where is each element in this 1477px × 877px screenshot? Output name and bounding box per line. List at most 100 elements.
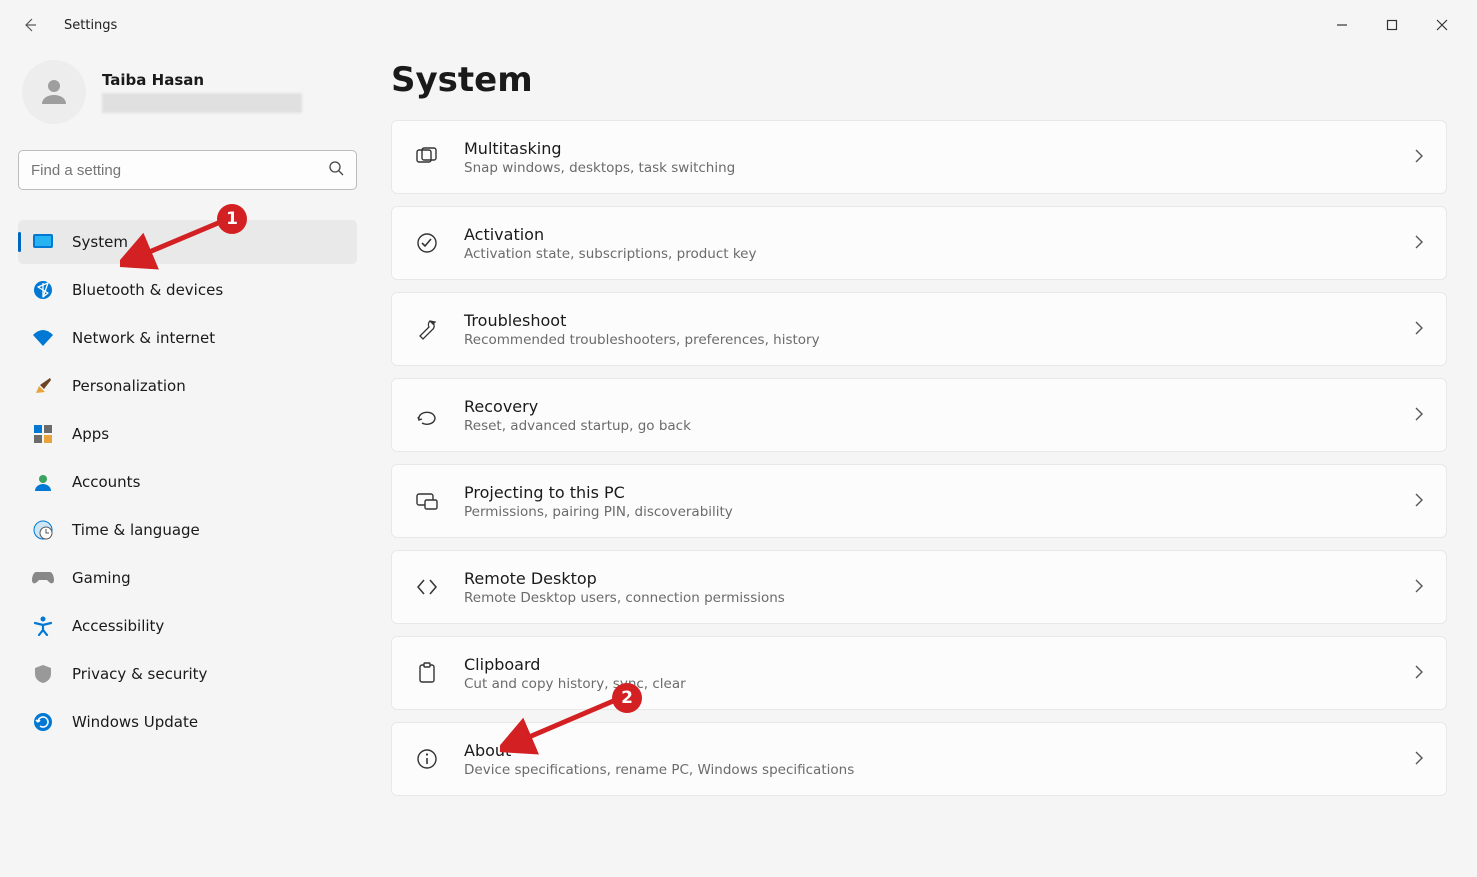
sidebar-item-gaming[interactable]: Gaming bbox=[18, 556, 357, 600]
row-multitasking[interactable]: Multitasking Snap windows, desktops, tas… bbox=[391, 120, 1447, 194]
row-projecting[interactable]: Projecting to this PC Permissions, pairi… bbox=[391, 464, 1447, 538]
sidebar-item-label: Accounts bbox=[72, 473, 140, 491]
sidebar-item-label: Personalization bbox=[72, 377, 186, 395]
arrow-left-icon bbox=[22, 17, 38, 33]
sidebar-item-label: Apps bbox=[72, 425, 109, 443]
chevron-right-icon bbox=[1414, 664, 1424, 683]
multitasking-icon bbox=[414, 144, 440, 170]
remote-desktop-icon bbox=[414, 574, 440, 600]
row-text: Clipboard Cut and copy history, sync, cl… bbox=[464, 655, 686, 692]
row-about[interactable]: About Device specifications, rename PC, … bbox=[391, 722, 1447, 796]
chevron-right-icon bbox=[1414, 320, 1424, 339]
check-circle-icon bbox=[414, 230, 440, 256]
sidebar-item-label: Time & language bbox=[72, 521, 200, 539]
accessibility-icon bbox=[32, 615, 54, 637]
row-text: Remote Desktop Remote Desktop users, con… bbox=[464, 569, 785, 606]
row-desc: Snap windows, desktops, task switching bbox=[464, 160, 735, 176]
accounts-icon bbox=[32, 471, 54, 493]
sidebar-item-label: Windows Update bbox=[72, 713, 198, 731]
row-title: Activation bbox=[464, 225, 756, 244]
row-desc: Device specifications, rename PC, Window… bbox=[464, 762, 854, 778]
minimize-button[interactable] bbox=[1317, 5, 1367, 45]
main-content: System Multitasking Snap windows, deskto… bbox=[375, 50, 1477, 877]
chevron-right-icon bbox=[1414, 406, 1424, 425]
close-button[interactable] bbox=[1417, 5, 1467, 45]
search-icon bbox=[328, 160, 344, 180]
chevron-right-icon bbox=[1414, 750, 1424, 769]
user-info: Taiba Hasan bbox=[102, 71, 302, 113]
sidebar-item-label: Accessibility bbox=[72, 617, 164, 635]
row-text: Activation Activation state, subscriptio… bbox=[464, 225, 756, 262]
window-controls bbox=[1317, 5, 1467, 45]
row-title: Projecting to this PC bbox=[464, 483, 733, 502]
maximize-icon bbox=[1386, 19, 1398, 31]
row-clipboard[interactable]: Clipboard Cut and copy history, sync, cl… bbox=[391, 636, 1447, 710]
sidebar-item-system[interactable]: System bbox=[18, 220, 357, 264]
row-text: Projecting to this PC Permissions, pairi… bbox=[464, 483, 733, 520]
row-remote-desktop[interactable]: Remote Desktop Remote Desktop users, con… bbox=[391, 550, 1447, 624]
info-icon bbox=[414, 746, 440, 772]
minimize-icon bbox=[1336, 19, 1348, 31]
row-title: Recovery bbox=[464, 397, 691, 416]
app-title: Settings bbox=[64, 18, 117, 33]
chevron-right-icon bbox=[1414, 148, 1424, 167]
row-troubleshoot[interactable]: Troubleshoot Recommended troubleshooters… bbox=[391, 292, 1447, 366]
page-title: System bbox=[391, 60, 1447, 100]
sidebar-item-accessibility[interactable]: Accessibility bbox=[18, 604, 357, 648]
row-desc: Cut and copy history, sync, clear bbox=[464, 676, 686, 692]
sidebar-item-privacy[interactable]: Privacy & security bbox=[18, 652, 357, 696]
avatar bbox=[22, 60, 86, 124]
update-icon bbox=[32, 711, 54, 733]
sidebar-item-label: System bbox=[72, 233, 128, 251]
sidebar-item-apps[interactable]: Apps bbox=[18, 412, 357, 456]
user-name: Taiba Hasan bbox=[102, 71, 302, 89]
person-icon bbox=[36, 74, 72, 110]
wifi-icon bbox=[32, 327, 54, 349]
row-text: Troubleshoot Recommended troubleshooters… bbox=[464, 311, 820, 348]
titlebar: Settings bbox=[0, 0, 1477, 50]
row-title: Multitasking bbox=[464, 139, 735, 158]
sidebar-item-personalization[interactable]: Personalization bbox=[18, 364, 357, 408]
user-block[interactable]: Taiba Hasan bbox=[18, 60, 357, 124]
maximize-button[interactable] bbox=[1367, 5, 1417, 45]
apps-icon bbox=[32, 423, 54, 445]
back-button[interactable] bbox=[10, 5, 50, 45]
sidebar-item-label: Gaming bbox=[72, 569, 131, 587]
sidebar-item-label: Network & internet bbox=[72, 329, 215, 347]
recovery-icon bbox=[414, 402, 440, 428]
bluetooth-icon bbox=[32, 279, 54, 301]
clipboard-icon bbox=[414, 660, 440, 686]
row-title: Remote Desktop bbox=[464, 569, 785, 588]
chevron-right-icon bbox=[1414, 234, 1424, 253]
close-icon bbox=[1436, 19, 1448, 31]
row-desc: Permissions, pairing PIN, discoverabilit… bbox=[464, 504, 733, 520]
sidebar-item-time[interactable]: Time & language bbox=[18, 508, 357, 552]
gamepad-icon bbox=[32, 567, 54, 589]
sidebar-item-network[interactable]: Network & internet bbox=[18, 316, 357, 360]
system-icon bbox=[32, 231, 54, 253]
chevron-right-icon bbox=[1414, 578, 1424, 597]
shield-icon bbox=[32, 663, 54, 685]
row-text: Recovery Reset, advanced startup, go bac… bbox=[464, 397, 691, 434]
row-recovery[interactable]: Recovery Reset, advanced startup, go bac… bbox=[391, 378, 1447, 452]
user-email-blurred bbox=[102, 93, 302, 113]
paintbrush-icon bbox=[32, 375, 54, 397]
row-desc: Reset, advanced startup, go back bbox=[464, 418, 691, 434]
row-activation[interactable]: Activation Activation state, subscriptio… bbox=[391, 206, 1447, 280]
row-desc: Activation state, subscriptions, product… bbox=[464, 246, 756, 262]
row-title: About bbox=[464, 741, 854, 760]
clock-globe-icon bbox=[32, 519, 54, 541]
sidebar-item-update[interactable]: Windows Update bbox=[18, 700, 357, 744]
search-box[interactable] bbox=[18, 150, 357, 190]
chevron-right-icon bbox=[1414, 492, 1424, 511]
row-desc: Recommended troubleshooters, preferences… bbox=[464, 332, 820, 348]
sidebar-item-accounts[interactable]: Accounts bbox=[18, 460, 357, 504]
row-title: Troubleshoot bbox=[464, 311, 820, 330]
row-title: Clipboard bbox=[464, 655, 686, 674]
sidebar-item-label: Bluetooth & devices bbox=[72, 281, 223, 299]
sidebar: Taiba Hasan System Bluetooth & devices N… bbox=[0, 50, 375, 877]
row-desc: Remote Desktop users, connection permiss… bbox=[464, 590, 785, 606]
row-text: About Device specifications, rename PC, … bbox=[464, 741, 854, 778]
sidebar-item-bluetooth[interactable]: Bluetooth & devices bbox=[18, 268, 357, 312]
search-input[interactable] bbox=[31, 162, 328, 179]
